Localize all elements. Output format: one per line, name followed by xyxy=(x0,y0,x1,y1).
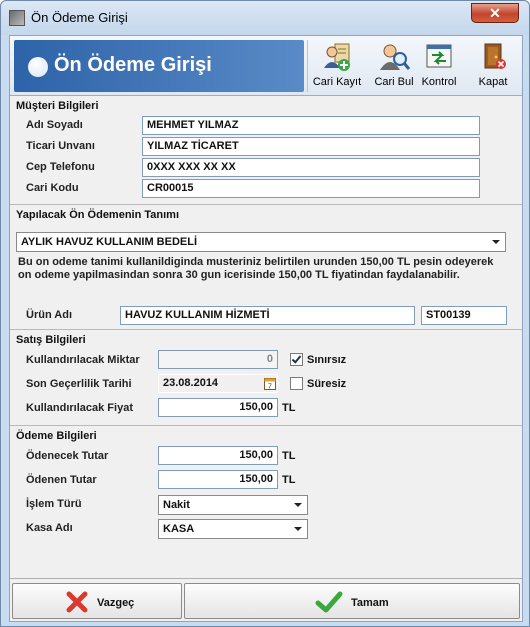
due-label: Ödenecek Tutar xyxy=(26,450,109,462)
expiry-date-value: 23.08.2014 xyxy=(163,377,219,389)
kapat-button[interactable]: Kapat xyxy=(464,40,522,92)
expiry-label: Son Geçerlilik Tarihi xyxy=(26,378,132,390)
price-unit: TL xyxy=(282,402,296,414)
user-add-icon xyxy=(324,43,350,71)
trade-field[interactable]: YILMAZ TİCARET xyxy=(142,137,480,156)
section-sales: Satış Bilgileri xyxy=(10,329,522,346)
exit-door-icon xyxy=(484,43,506,69)
check-icon xyxy=(291,353,302,364)
code-label: Cari Kodu xyxy=(26,182,79,194)
product-label: Ürün Adı xyxy=(26,309,73,321)
close-button[interactable]: ✕ xyxy=(471,3,519,23)
name-field[interactable]: MEHMET YILMAZ xyxy=(142,116,480,135)
cancel-label: Vazgeç xyxy=(97,597,135,609)
transaction-type-value: Nakit xyxy=(163,499,190,511)
kontrol-button[interactable]: Kontrol xyxy=(410,40,468,92)
calendar-day: 7 xyxy=(268,384,272,391)
banner: Ön Ödeme Girişi xyxy=(14,40,304,92)
product-code-field[interactable]: ST00139 xyxy=(421,306,507,325)
ok-label: Tamam xyxy=(351,597,389,609)
cash-register-select[interactable]: KASA xyxy=(158,519,308,539)
nolimit-label: Süresiz xyxy=(307,378,347,390)
control-icon xyxy=(426,44,452,68)
kapat-label: Kapat xyxy=(478,76,508,88)
cari-kayit-label: Cari Kayıt xyxy=(312,76,362,88)
window-title: Ön Ödeme Girişi xyxy=(31,10,128,25)
prepayment-definition-value: AYLIK HAVUZ KULLANIM BEDELİ xyxy=(21,236,197,248)
prepayment-description: Bu on odeme tanimi kullanildiginda muste… xyxy=(18,256,494,281)
cash-label: Kasa Adı xyxy=(26,522,73,534)
section-payment: Ödeme Bilgileri xyxy=(10,425,522,442)
qty-label: Kullandırılacak Miktar xyxy=(26,354,140,366)
product-field[interactable]: HAVUZ KULLANIM HİZMETİ xyxy=(120,306,415,325)
unlimited-checkbox[interactable] xyxy=(290,353,303,366)
cari-kayit-button[interactable]: Cari Kayıt xyxy=(308,40,366,92)
qty-field[interactable]: 0 xyxy=(158,350,278,369)
cash-register-value: KASA xyxy=(163,523,195,535)
expiry-date-field[interactable]: 23.08.2014 xyxy=(158,374,278,393)
ok-button[interactable]: Tamam xyxy=(184,583,520,619)
type-label: İşlem Türü xyxy=(26,498,82,510)
cancel-button[interactable]: Vazgeç xyxy=(12,583,182,619)
calendar-icon[interactable]: 7 xyxy=(264,377,276,390)
due-field[interactable]: 150,00 xyxy=(158,446,278,465)
header-panel: Ön Ödeme Girişi Cari Kayıt Cari Bul Kont… xyxy=(10,36,522,96)
footer-bar: Vazgeç Tamam xyxy=(10,578,522,622)
paid-unit: TL xyxy=(282,474,296,486)
chevron-down-icon xyxy=(294,503,302,507)
app-icon xyxy=(9,10,25,26)
dialog-body: Ön Ödeme Girişi Cari Kayıt Cari Bul Kont… xyxy=(9,35,523,622)
cancel-x-icon xyxy=(66,591,88,613)
section-prepayment: Yapılacak Ön Ödemenin Tanımı xyxy=(10,204,522,221)
title-bar[interactable]: Ön Ödeme Girişi ✕ xyxy=(1,1,529,35)
user-search-icon xyxy=(380,44,410,70)
checkmark-icon xyxy=(315,591,343,613)
bullet-icon xyxy=(28,57,48,77)
page-title: Ön Ödeme Girişi xyxy=(54,54,212,76)
unlimited-label: Sınırsız xyxy=(307,354,347,366)
dialog-window: Ön Ödeme Girişi ✕ Ön Ödeme Girişi Cari K… xyxy=(0,0,530,627)
trade-label: Ticari Unvanı xyxy=(26,140,95,152)
name-label: Adı Soyadı xyxy=(26,119,83,131)
kontrol-label: Kontrol xyxy=(421,76,457,88)
paid-label: Ödenen Tutar xyxy=(26,474,97,486)
phone-label: Cep Telefonu xyxy=(26,161,95,173)
price-label: Kullandırılacak Fiyat xyxy=(26,402,133,414)
due-unit: TL xyxy=(282,450,296,462)
transaction-type-select[interactable]: Nakit xyxy=(158,495,308,515)
chevron-down-icon xyxy=(492,240,500,244)
paid-field[interactable]: 150,00 xyxy=(158,470,278,489)
prepayment-definition-select[interactable]: AYLIK HAVUZ KULLANIM BEDELİ xyxy=(16,232,506,252)
nolimit-checkbox[interactable] xyxy=(290,377,303,390)
section-customer: Müşteri Bilgileri xyxy=(16,100,99,112)
price-field[interactable]: 150,00 xyxy=(158,398,278,417)
customer-code-field[interactable]: CR00015 xyxy=(142,179,480,198)
phone-field[interactable]: 0XXX XXX XX XX xyxy=(142,158,480,177)
chevron-down-icon xyxy=(294,527,302,531)
